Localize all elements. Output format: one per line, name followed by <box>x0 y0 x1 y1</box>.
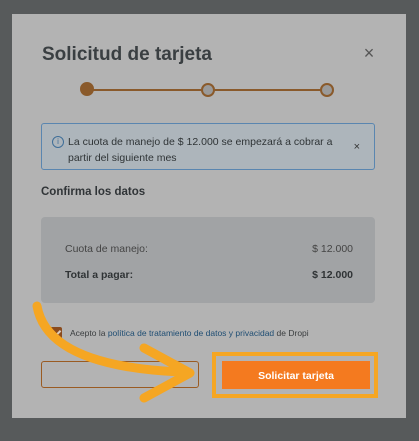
summary-row-fee: Cuota de manejo: $ 12.000 <box>65 243 353 255</box>
close-icon[interactable]: × <box>360 44 378 62</box>
summary-row-total: Total a pagar: $ 12.000 <box>65 269 353 281</box>
modal-title: Solicitud de tarjeta <box>42 44 212 65</box>
summary-panel: Cuota de manejo: $ 12.000 Total a pagar:… <box>41 217 375 303</box>
info-icon: i <box>52 136 64 148</box>
step-1 <box>80 82 94 96</box>
terms-text: Acepto la política de tratamiento de dat… <box>70 327 309 339</box>
alert-message: La cuota de manejo de $ 12.000 se empeza… <box>68 136 333 164</box>
summary-value: $ 12.000 <box>312 269 353 281</box>
progress-stepper <box>80 81 338 99</box>
alert-close-icon[interactable]: × <box>354 141 360 153</box>
request-card-button[interactable]: Solicitar tarjeta <box>222 361 370 389</box>
step-2 <box>201 83 215 97</box>
summary-value: $ 12.000 <box>312 243 353 255</box>
terms-prefix: Acepto la <box>70 328 106 338</box>
step-3 <box>320 83 334 97</box>
summary-label: Cuota de manejo: <box>65 243 148 255</box>
info-alert: i La cuota de manejo de $ 12.000 se empe… <box>41 123 375 170</box>
back-button[interactable] <box>41 361 199 388</box>
terms-checkbox[interactable] <box>50 327 62 339</box>
summary-label: Total a pagar: <box>65 269 134 281</box>
terms-suffix: de Dropi <box>276 328 309 338</box>
privacy-policy-link[interactable]: política de tratamiento de datos y priva… <box>108 328 274 338</box>
section-title: Confirma los datos <box>41 186 146 198</box>
